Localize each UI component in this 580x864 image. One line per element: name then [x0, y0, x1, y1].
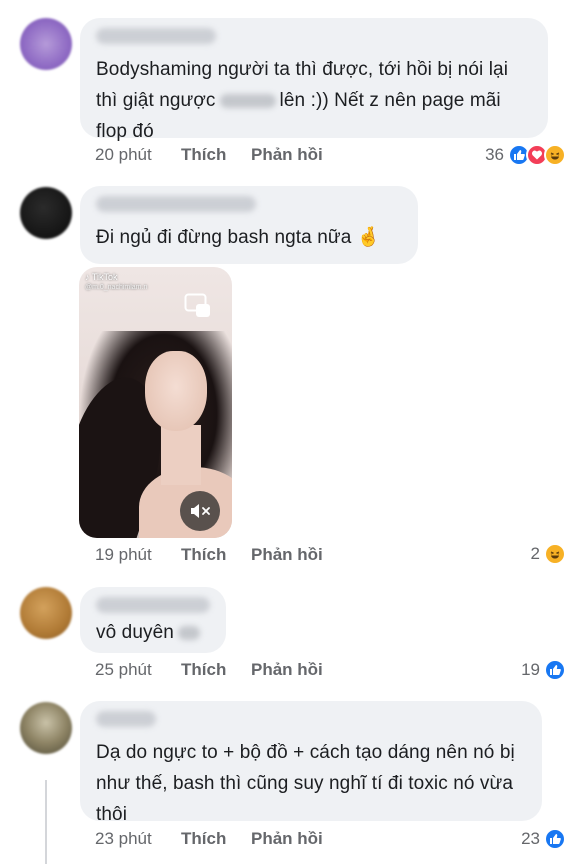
tiktok-watermark: ♪ TikTok: [85, 272, 118, 282]
reaction-count: 19: [521, 660, 540, 679]
comment-bubble: vô duyên: [80, 587, 226, 653]
like-button[interactable]: Thích: [181, 660, 251, 680]
reaction-summary[interactable]: 23: [521, 826, 566, 852]
tiktok-handle: @m.0_nachimlam.n: [85, 284, 148, 291]
like-reaction-icon: [544, 828, 566, 850]
reaction-summary[interactable]: 19: [521, 657, 566, 683]
reply-button[interactable]: Phản hồi: [251, 545, 323, 565]
comment-actions: 19 phút Thích Phản hồi: [95, 543, 323, 567]
comment-text: Bodyshaming người ta thì được, tới hồi b…: [96, 59, 509, 142]
comment-bubble: Dạ do ngực to + bộ đồ + cách tạo dáng nê…: [80, 701, 542, 825]
avatar[interactable]: [20, 187, 72, 239]
redacted-text: [219, 93, 276, 108]
comment-bubble: Bodyshaming người ta thì được, tới hồi b…: [80, 18, 548, 142]
like-button[interactable]: Thích: [181, 545, 251, 565]
like-button[interactable]: Thích: [181, 829, 251, 849]
reaction-count: 23: [521, 829, 540, 848]
timestamp[interactable]: 20 phút: [95, 145, 181, 165]
avatar[interactable]: [20, 18, 72, 70]
comment-actions: 20 phút Thích Phản hồi: [95, 143, 323, 167]
haha-reaction-icon: [544, 144, 566, 166]
reaction-count: 2: [530, 544, 540, 563]
reaction-count: 36: [485, 145, 504, 164]
comment-actions: 23 phút Thích Phản hồi: [95, 827, 323, 851]
comment-bubble: Đi ngủ đi đừng bash ngta nữa 🤞: [80, 186, 418, 264]
mute-icon[interactable]: [180, 491, 220, 531]
haha-reaction-icon: [544, 543, 566, 565]
thread-line: [45, 780, 47, 864]
reaction-summary[interactable]: 36: [485, 142, 566, 168]
timestamp[interactable]: 19 phút: [95, 545, 181, 565]
reply-button[interactable]: Phản hồi: [251, 145, 323, 165]
author-name-blurred[interactable]: [96, 28, 216, 44]
video-attachment[interactable]: ♪ TikTok @m.0_nachimlam.n: [79, 267, 232, 538]
like-button[interactable]: Thích: [181, 145, 251, 165]
avatar[interactable]: [20, 702, 72, 754]
author-name-blurred[interactable]: [96, 711, 156, 727]
reaction-summary[interactable]: 2: [531, 541, 566, 567]
comment-actions: 25 phút Thích Phản hồi: [95, 658, 323, 682]
timestamp[interactable]: 23 phút: [95, 829, 181, 849]
picture-in-picture-icon[interactable]: [184, 293, 212, 319]
author-name-blurred[interactable]: [96, 597, 210, 613]
comment-text: Đi ngủ đi đừng bash ngta nữa 🤞: [96, 227, 381, 248]
like-reaction-icon: [544, 659, 566, 681]
redacted-text: [177, 625, 200, 640]
reply-button[interactable]: Phản hồi: [251, 829, 323, 849]
comment-text: vô duyên: [96, 617, 210, 648]
author-name-blurred[interactable]: [96, 196, 256, 212]
avatar[interactable]: [20, 587, 72, 639]
comment-text: Dạ do ngực to + bộ đồ + cách tạo dáng nê…: [96, 742, 515, 825]
reply-button[interactable]: Phản hồi: [251, 660, 323, 680]
timestamp[interactable]: 25 phút: [95, 660, 181, 680]
